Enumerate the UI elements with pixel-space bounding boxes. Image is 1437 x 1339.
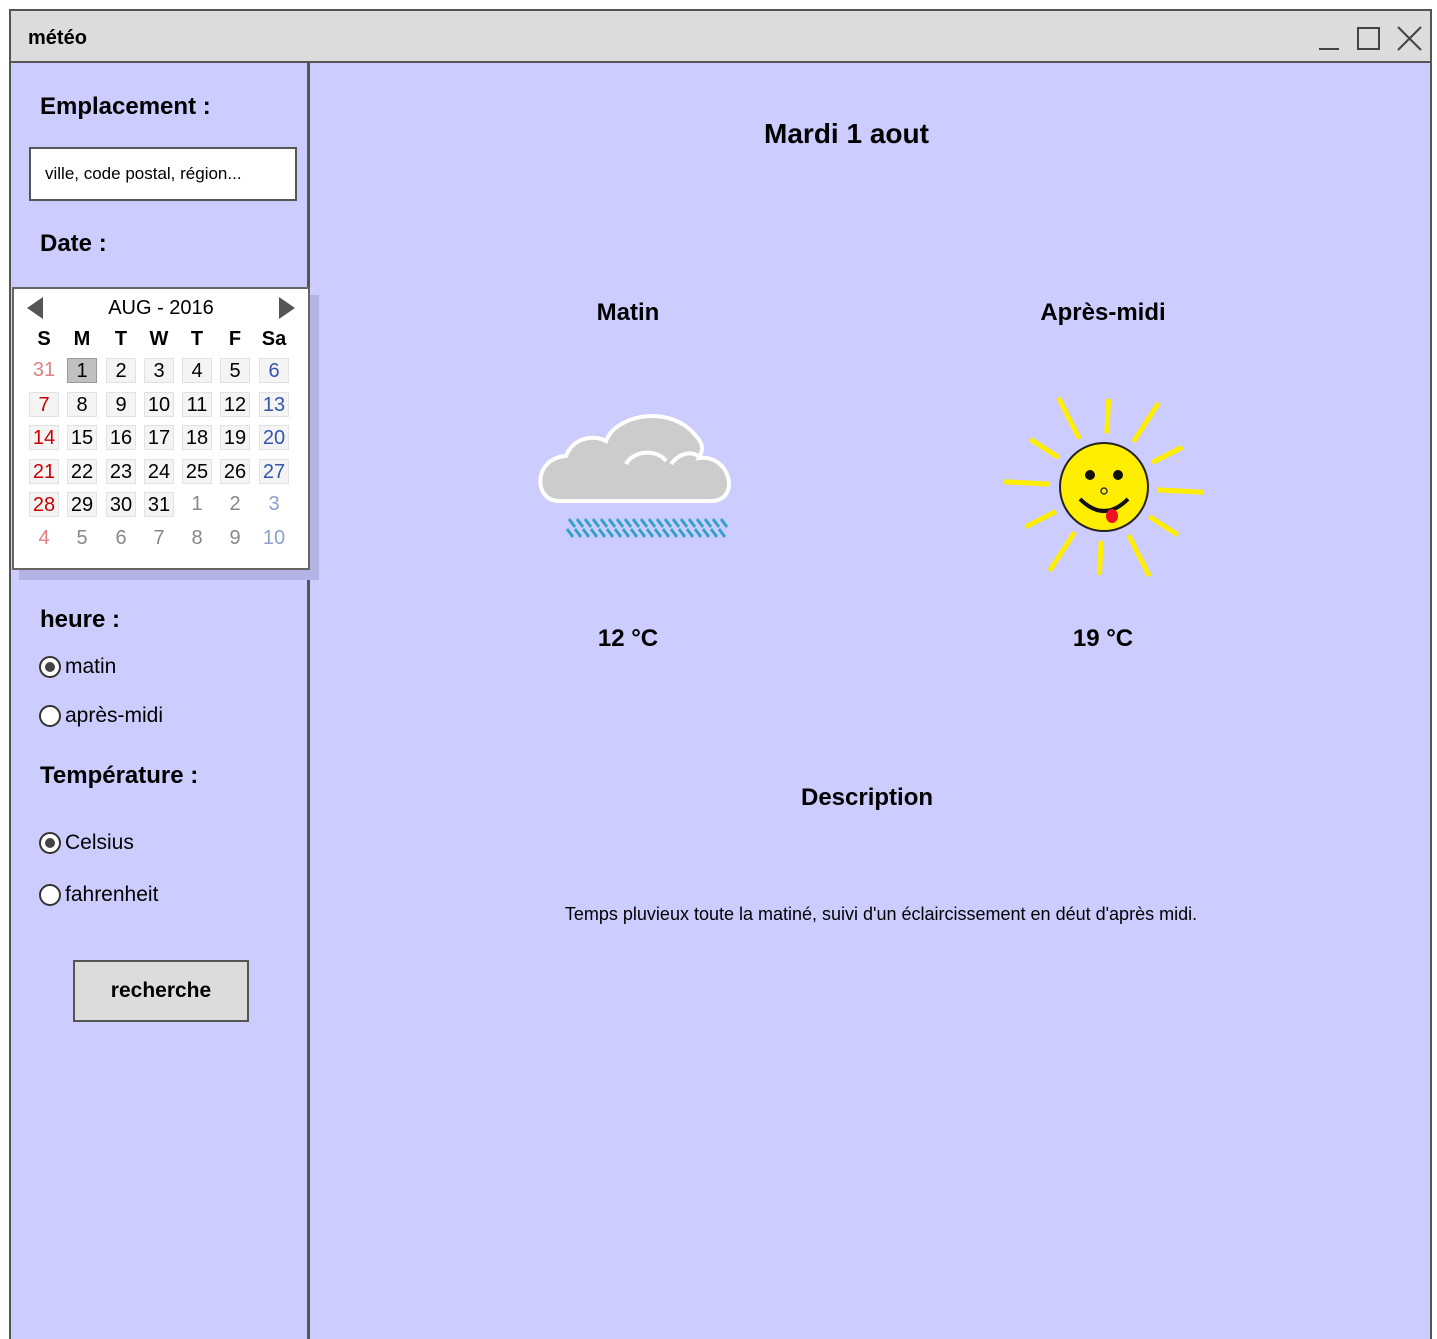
calendar-day[interactable]: 1 [67,358,97,383]
close-icon[interactable] [1396,25,1424,53]
calendar-day[interactable]: 7 [29,391,59,417]
calendar-day[interactable]: 13 [259,391,289,417]
calendar-day[interactable]: 19 [220,425,250,451]
radio-unselected-icon[interactable] [39,705,61,727]
calendar-day[interactable]: 18 [182,425,212,451]
sidebar: Emplacement : Date : AUG - 2016 SM TWT F Sa… [11,63,319,1339]
radio-selected-icon[interactable] [39,656,61,678]
calendar-day[interactable]: 24 [144,458,174,484]
calendar-day[interactable]: 4 [29,526,59,551]
calendar-day[interactable]: 21 [29,458,59,484]
maximize-icon[interactable] [1355,25,1383,53]
title-bar: météo [11,11,1430,63]
calendar-day[interactable]: 14 [29,425,59,451]
afternoon-temperature: 19 °C [1072,625,1134,652]
calendar-day[interactable]: 20 [259,425,289,451]
calendar-month: AUG - 2016 [108,297,214,319]
calendar-day[interactable]: 6 [259,358,289,383]
date-label: Date : [40,230,107,257]
calendar-day[interactable]: 10 [144,391,174,417]
hour-option-apres-midi[interactable]: après-midi [39,701,163,731]
rain-cloud-icon [538,414,731,538]
temperature-option-fahrenheit[interactable]: fahrenheit [39,880,158,910]
calendar-weekday: F [228,328,242,350]
afternoon-label: Après-midi [1040,299,1166,326]
calendar-day[interactable]: 2 [220,492,250,517]
calendar-day[interactable]: 9 [106,391,136,417]
temperature-label: Température : [40,762,199,789]
hour-option-label: après-midi [65,704,164,727]
calendar-day[interactable]: 1 [182,492,212,517]
smiling-sun-icon [1004,396,1204,578]
morning-temperature: 12 °C [597,625,659,652]
description-title: Description [800,784,934,811]
morning-label: Matin [596,299,660,326]
calendar-day[interactable]: 15 [67,425,97,451]
calendar-day[interactable]: 8 [67,391,97,417]
hour-option-label: matin [65,655,117,678]
calendar-weekday: W [149,328,169,350]
search-button[interactable]: recherche [73,960,249,1022]
calendar-day[interactable]: 3 [259,492,289,517]
calendar-day[interactable]: 16 [106,425,136,451]
radio-unselected-icon[interactable] [39,884,61,906]
calendar-day[interactable]: 11 [182,391,212,417]
next-month-icon[interactable] [279,297,295,319]
calendar-day[interactable]: 5 [67,526,97,551]
calendar-day[interactable]: 28 [29,492,59,518]
page-title: Mardi 1 aout [764,118,929,149]
calendar-day[interactable]: 3 [144,358,174,383]
calendar-day[interactable]: 2 [106,358,136,383]
calendar-day[interactable]: 5 [220,358,250,383]
minimize-icon[interactable] [1316,25,1344,53]
location-label: Emplacement : [40,93,211,120]
calendar-day[interactable]: 22 [67,458,97,484]
location-field[interactable] [29,147,297,201]
location-input[interactable] [31,149,295,199]
calendar-day[interactable]: 27 [259,458,289,484]
calendar-day[interactable]: 29 [67,492,97,518]
temperature-option-label: Celsius [65,831,134,854]
app-window: météo Emplacement : Date : AUG - 2016 SM… [9,9,1432,1339]
calendar-weekday: Sa [261,328,287,350]
calendar-day[interactable]: 31 [144,492,174,518]
calendar-day[interactable]: 31 [29,358,59,383]
calendar-weekday: T [114,328,128,350]
radio-selected-icon[interactable] [39,832,61,854]
calendar-day[interactable]: 4 [182,358,212,383]
previous-month-icon[interactable] [27,297,43,319]
calendar-weekday: M [73,328,91,350]
calendar-day[interactable]: 6 [106,526,136,551]
temperature-option-label: fahrenheit [65,883,159,906]
calendar-day[interactable]: 23 [106,458,136,484]
hour-option-matin[interactable]: matin [39,652,116,682]
calendar-day[interactable]: 8 [182,526,212,551]
calendar-weekday: S [37,328,51,350]
calendar-day[interactable]: 25 [182,458,212,484]
calendar-day[interactable]: 7 [144,526,174,551]
calendar-day[interactable]: 30 [106,492,136,518]
hour-label: heure : [40,606,121,633]
description-text: Temps pluvieux toute la matiné, suivi d'… [564,904,1198,924]
calendar-day[interactable]: 10 [259,526,289,551]
calendar-day[interactable]: 9 [220,526,250,551]
calendar-day[interactable]: 12 [220,391,250,417]
temperature-option-celsius[interactable]: Celsius [39,828,134,858]
window-title: météo [28,27,87,49]
calendar-weekday: T [190,328,204,350]
calendar-day[interactable]: 26 [220,458,250,484]
date-picker: AUG - 2016 S M T W T F Sa 31 1 2 3 4 5 6 7 8 9 10 11 12 13 14… [12,287,310,570]
calendar-day[interactable]: 17 [144,425,174,451]
